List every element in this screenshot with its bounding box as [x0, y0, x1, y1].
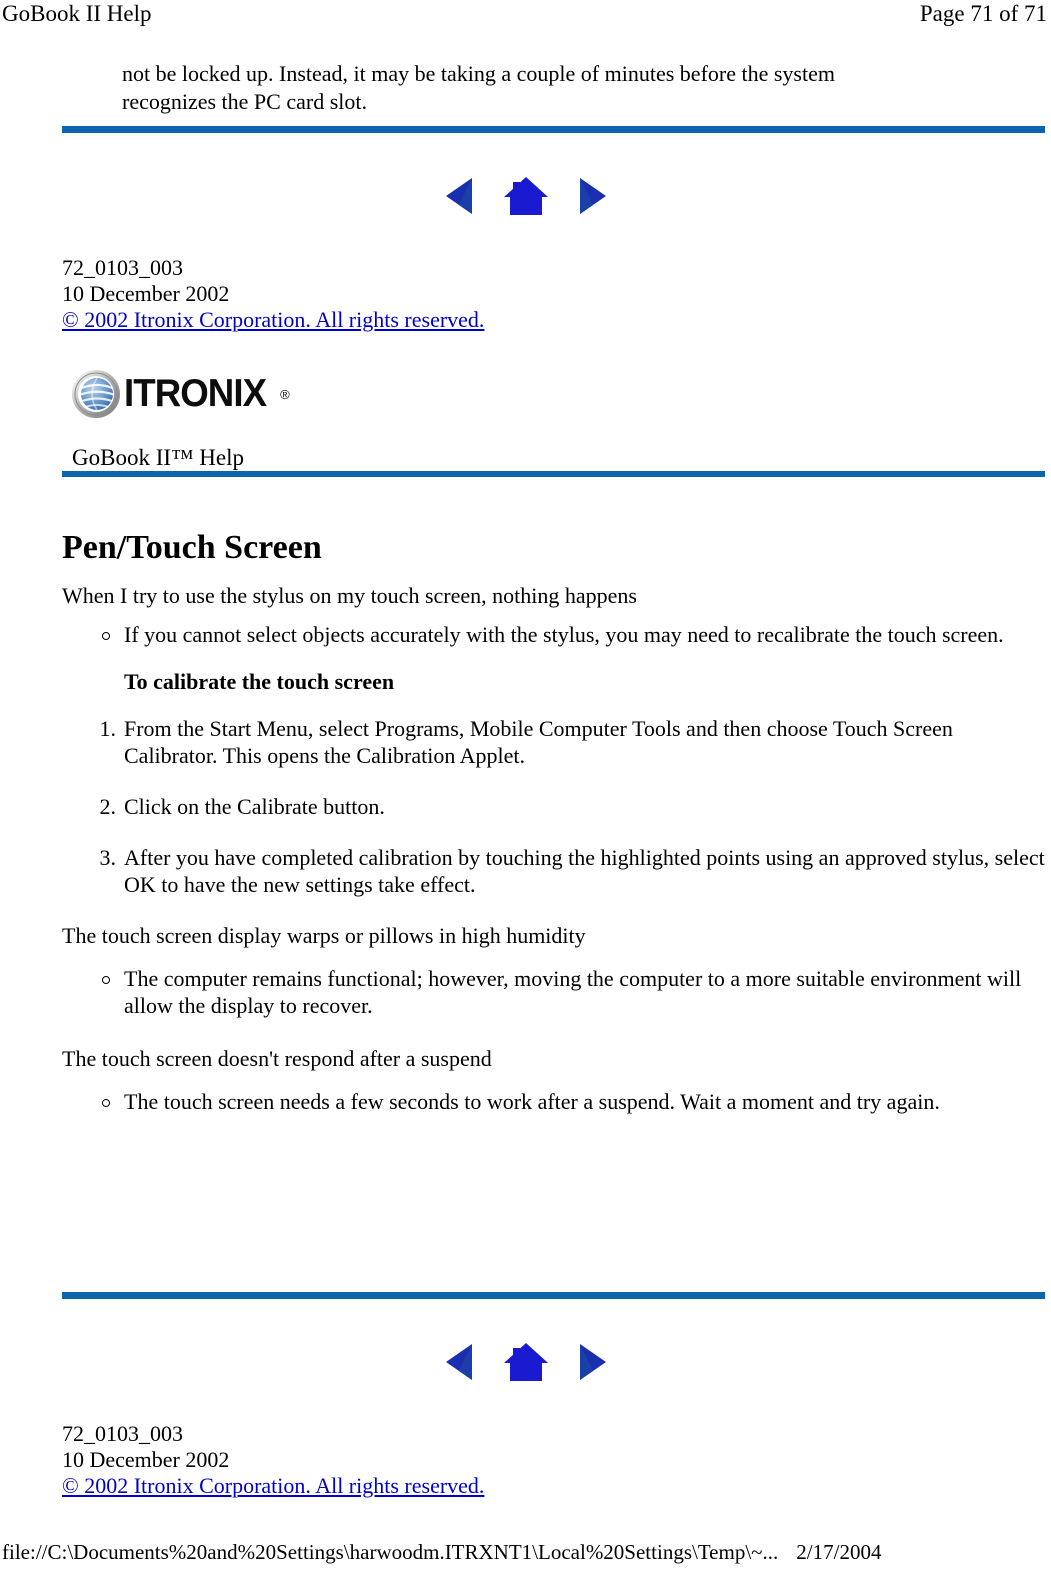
footer-copyright-link-bottom[interactable]: © 2002 Itronix Corporation. All rights r… — [62, 1473, 484, 1499]
answer-list: If you cannot select objects accurately … — [62, 621, 1047, 648]
step-number: 3. — [99, 845, 117, 870]
footer-info-bottom: 72_0103_003 10 December 2002 © 2002 Itro… — [62, 1421, 484, 1499]
question-heading: When I try to use the stylus on my touch… — [62, 583, 637, 608]
itronix-logo: ITRONIX ® — [72, 370, 290, 418]
step-text: From the Start Menu, select Programs, Mo… — [124, 716, 953, 768]
footer-copyright-link-top[interactable]: © 2002 Itronix Corporation. All rights r… — [62, 307, 484, 333]
content-body: When I try to use the stylus on my touch… — [62, 582, 1047, 1127]
itronix-globe-icon — [72, 370, 120, 418]
status-print-date: 2/17/2004 — [796, 1540, 882, 1564]
list-item: The touch screen needs a few seconds to … — [62, 1088, 1047, 1115]
list-item: 3. After you have completed calibration … — [62, 844, 1047, 898]
footer-doc-number-top: 72_0103_003 — [62, 255, 183, 280]
home-house-icon[interactable] — [502, 1338, 550, 1386]
step-number: 2. — [99, 794, 117, 819]
answer-list: The computer remains functional; however… — [62, 965, 1047, 1019]
itronix-wordmark: ITRONIX — [124, 372, 267, 415]
next-arrow-icon[interactable] — [566, 1338, 614, 1386]
answer-list: The touch screen needs a few seconds to … — [62, 1088, 1047, 1115]
procedure-steps: 1. From the Start Menu, select Programs,… — [62, 715, 1047, 898]
list-item: 1. From the Start Menu, select Programs,… — [62, 715, 1047, 769]
page-title: Pen/Touch Screen — [62, 528, 322, 566]
header-document-title: GoBook II Help — [2, 1, 152, 26]
header-page-indicator: Page 71 of 71 — [919, 1, 1047, 26]
horizontal-rule-bottom — [62, 1292, 1045, 1299]
step-text: Click on the Calibrate button. — [124, 794, 385, 819]
footer-date-top: 10 December 2002 — [62, 281, 230, 306]
previous-arrow-icon[interactable] — [438, 1338, 486, 1386]
registered-trademark-icon: ® — [280, 386, 290, 402]
previous-arrow-icon[interactable] — [438, 172, 486, 220]
horizontal-rule-title — [62, 471, 1045, 477]
next-arrow-icon[interactable] — [566, 172, 614, 220]
step-text: After you have completed calibration by … — [124, 845, 1045, 897]
page-header: GoBook II Help Page 71 of 71 — [0, 0, 1051, 30]
navigation-bar-top — [0, 170, 1051, 222]
home-house-icon[interactable] — [502, 172, 550, 220]
list-item: The computer remains functional; however… — [62, 965, 1047, 1019]
question-heading: The touch screen display warps or pillow… — [62, 923, 586, 948]
list-item: If you cannot select objects accurately … — [62, 621, 1047, 648]
status-file-path: file://C:\Documents%20and%20Settings\har… — [2, 1540, 779, 1564]
list-item: 2. Click on the Calibrate button. — [62, 793, 1047, 820]
step-number: 1. — [99, 716, 117, 741]
footer-info-top: 72_0103_003 10 December 2002 © 2002 Itro… — [62, 255, 484, 333]
continuation-paragraph: not be locked up. Instead, it may be tak… — [122, 61, 835, 114]
product-title: GoBook II™ Help — [72, 445, 245, 470]
footer-date-bottom: 10 December 2002 — [62, 1447, 230, 1472]
horizontal-rule-top — [62, 126, 1045, 133]
footer-doc-number-bottom: 72_0103_003 — [62, 1421, 183, 1446]
status-bar: file://C:\Documents%20and%20Settings\har… — [0, 1538, 1051, 1570]
question-heading: The touch screen doesn't respond after a… — [62, 1046, 492, 1071]
navigation-bar-bottom — [0, 1336, 1051, 1388]
procedure-heading: To calibrate the touch screen — [124, 669, 395, 694]
